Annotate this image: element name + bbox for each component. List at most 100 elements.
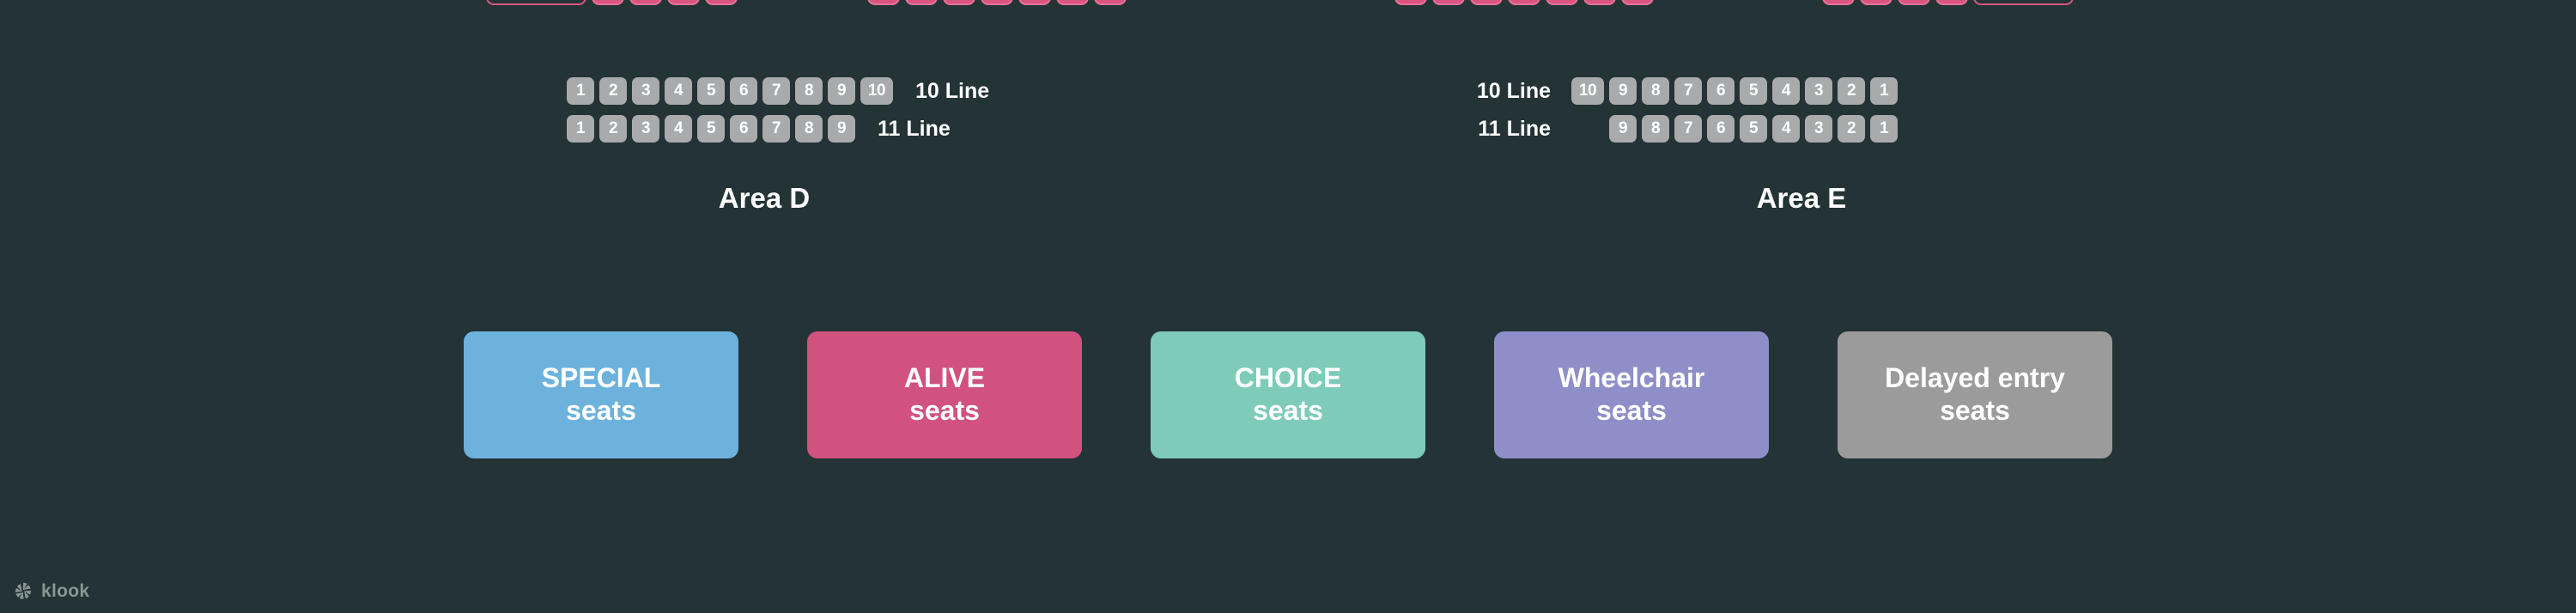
legend-delayed-button[interactable]: Delayed entry seats [1838,331,2112,458]
alive-seat[interactable] [667,0,700,5]
alive-seat[interactable] [1546,0,1578,5]
seat[interactable]: 9 [1609,115,1637,143]
legend-label-primary: Wheelchair [1558,362,1705,394]
klook-logo: klook [12,580,89,603]
legend-label-secondary: seats [1596,395,1667,426]
seat-area-e: 10 Line 10 9 8 7 6 5 4 3 2 1 11 Line 9 8 7 6 5 4 3 2 1 [1443,72,1898,148]
seat[interactable]: 6 [730,77,757,105]
alive-seat[interactable] [1470,0,1503,5]
seat[interactable]: 3 [632,77,659,105]
seat[interactable]: 4 [1772,115,1800,143]
alive-seat[interactable] [1094,0,1127,5]
legend-spacer [1425,331,1494,332]
seat[interactable]: 1 [1870,77,1898,105]
seat-area-d: 1 2 3 4 5 6 7 8 9 10 10 Line 1 2 3 4 5 6 7 8 9 11 Line [567,72,989,148]
seat-group: 10 9 8 7 6 5 4 3 2 1 [1571,77,1898,105]
legend-label-secondary: seats [909,395,980,426]
legend-label-secondary: seats [1253,395,1323,426]
alive-seat[interactable] [1822,0,1855,5]
alive-seat[interactable] [629,0,662,5]
seat[interactable]: 6 [1707,77,1735,105]
alive-seat[interactable] [981,0,1013,5]
alive-seat[interactable] [1935,0,1968,5]
seat[interactable]: 4 [665,77,692,105]
alive-seat[interactable] [1394,0,1427,5]
top-seat-group [1394,0,1654,5]
seat[interactable]: 8 [795,77,823,105]
alive-seat[interactable] [1056,0,1089,5]
seat[interactable]: 7 [1674,77,1702,105]
seat-row: 1 2 3 4 5 6 7 8 9 10 10 Line [567,72,989,110]
alive-seat[interactable] [486,0,586,5]
seat[interactable]: 9 [1609,77,1637,105]
seat-row: 1 2 3 4 5 6 7 8 9 11 Line [567,110,989,148]
legend-label-primary: CHOICE [1234,362,1342,394]
alive-seat[interactable] [867,0,900,5]
alive-seat[interactable] [705,0,738,5]
seat[interactable]: 5 [697,77,725,105]
seat[interactable]: 3 [1805,77,1832,105]
seat[interactable]: 4 [1772,77,1800,105]
seat[interactable]: 1 [1870,115,1898,143]
seat[interactable]: 3 [1805,115,1832,143]
seat[interactable]: 8 [1642,115,1669,143]
legend-label-secondary: seats [1940,395,2010,426]
legend-label-primary: Delayed entry [1885,362,2065,394]
top-seat-group [867,0,1127,5]
seat[interactable]: 10 [1571,77,1604,105]
top-seat-group [1822,0,2074,5]
seat-spacer [1571,115,1604,143]
seat-legend: SPECIAL seats ALIVE seats CHOICE seats Wheelch… [464,331,2112,458]
alive-seat[interactable] [1583,0,1616,5]
legend-spacer [738,331,807,332]
seat[interactable]: 6 [1707,115,1735,143]
klook-wordmark: klook [41,581,90,601]
row-line-label: 10 Line [915,78,990,103]
seat[interactable]: 3 [632,115,659,143]
seat[interactable]: 2 [1838,77,1865,105]
legend-alive-button[interactable]: ALIVE seats [807,331,1082,458]
area-title: Area E [1756,182,1847,214]
alive-seat[interactable] [592,0,624,5]
legend-wheelchair-button[interactable]: Wheelchair seats [1494,331,1769,458]
seat[interactable]: 7 [762,77,790,105]
legend-choice-button[interactable]: CHOICE seats [1151,331,1425,458]
seat[interactable]: 9 [828,77,855,105]
seat-group: 1 2 3 4 5 6 7 8 9 10 [567,77,893,105]
legend-label-secondary: seats [566,395,636,426]
seat-group: 987654321 [1571,115,1898,143]
legend-spacer [1769,331,1838,332]
seat[interactable]: 8 [1642,77,1669,105]
top-seat-group [486,0,738,5]
seat[interactable]: 2 [599,115,627,143]
seat[interactable]: 2 [1838,115,1865,143]
seat[interactable]: 2 [599,77,627,105]
legend-special-button[interactable]: SPECIAL seats [464,331,738,458]
alive-seat[interactable] [1860,0,1893,5]
seat-group: 123456789 [567,115,855,143]
alive-seat[interactable] [1432,0,1465,5]
seat[interactable]: 4 [665,115,692,143]
seat[interactable]: 5 [1740,115,1767,143]
alive-seat[interactable] [1508,0,1540,5]
alive-seat[interactable] [1621,0,1654,5]
alive-seat[interactable] [943,0,975,5]
seat[interactable]: 6 [730,115,757,143]
seat[interactable]: 1 [567,77,594,105]
seat[interactable]: 5 [697,115,725,143]
seat-row: 11 Line 9 8 7 6 5 4 3 2 1 [1443,110,1898,148]
legend-spacer [1082,331,1151,332]
area-title: Area D [718,182,811,214]
seat[interactable]: 7 [1674,115,1702,143]
seat[interactable]: 10 [860,77,893,105]
alive-seat[interactable] [905,0,938,5]
row-line-label: 11 Line [1478,116,1551,141]
alive-seat[interactable] [1973,0,2074,5]
seat[interactable]: 9 [828,115,855,143]
alive-seat[interactable] [1018,0,1051,5]
alive-seat[interactable] [1898,0,1930,5]
seat[interactable]: 8 [795,115,823,143]
seat[interactable]: 1 [567,115,594,143]
seat[interactable]: 7 [762,115,790,143]
seat[interactable]: 5 [1740,77,1767,105]
